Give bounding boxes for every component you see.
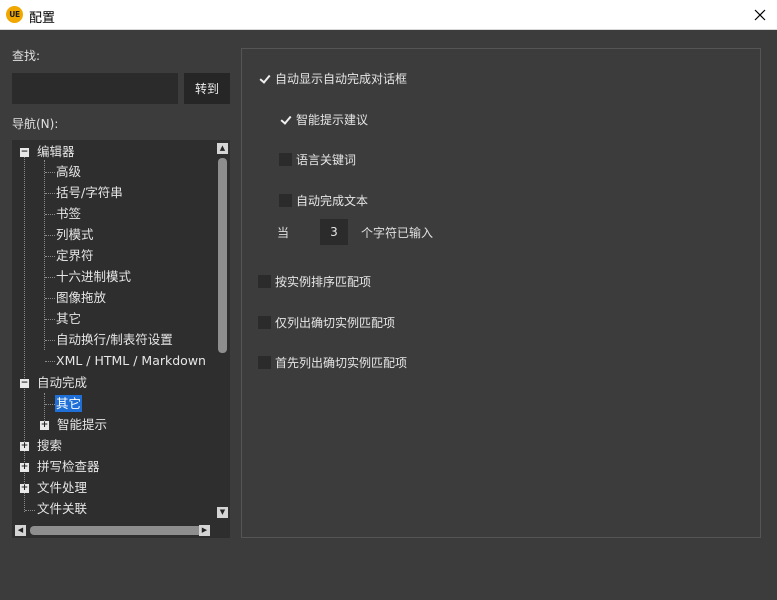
option-autocomplete-text[interactable]: 自动完成文本 xyxy=(279,191,368,209)
ultraedit-logo-icon: UE xyxy=(6,6,23,23)
threshold-prefix: 当 xyxy=(277,226,290,240)
tree-item-file-associations[interactable]: 文件关联 xyxy=(37,499,87,519)
search-input[interactable] xyxy=(12,73,178,104)
navigation-label: 导航(N): xyxy=(12,117,59,131)
search-label: 查找: xyxy=(12,49,41,63)
tree-connector xyxy=(44,160,45,350)
tree-item-other[interactable]: 其它 xyxy=(56,309,81,329)
expand-icon[interactable]: + xyxy=(20,484,29,493)
tree-item-hex-mode[interactable]: 十六进制模式 xyxy=(56,267,131,287)
scrollbar-corner xyxy=(214,522,230,538)
tree-connector xyxy=(45,298,55,299)
goto-button[interactable]: 转到 xyxy=(184,73,230,104)
tree-connector xyxy=(45,193,55,194)
collapse-icon[interactable]: − xyxy=(20,379,29,388)
tree-connector xyxy=(25,510,35,511)
scroll-down-icon[interactable]: ▼ xyxy=(217,507,228,518)
checkbox[interactable] xyxy=(279,112,292,126)
close-button[interactable] xyxy=(742,0,777,30)
tree-connector xyxy=(24,156,25,512)
expand-icon[interactable]: + xyxy=(20,463,29,472)
collapse-icon[interactable]: − xyxy=(20,148,29,157)
option-list-exact-first[interactable]: 首先列出确切实例匹配项 xyxy=(258,353,407,371)
option-sort-by-instance[interactable]: 按实例排序匹配项 xyxy=(258,272,371,290)
horizontal-scroll-thumb[interactable] xyxy=(30,526,204,535)
window-title: 配置 xyxy=(29,11,56,26)
tree-item-image-drag-drop[interactable]: 图像拖放 xyxy=(56,288,106,308)
vertical-scroll-thumb[interactable] xyxy=(218,158,227,353)
tree-item-word-wrap-tabs[interactable]: 自动换行/制表符设置 xyxy=(56,330,173,350)
title-bar: UE 配置 xyxy=(0,0,777,30)
option-label: 仅列出确切实例匹配项 xyxy=(275,315,396,330)
tree-item-label: 图像拖放 xyxy=(56,290,107,305)
threshold-suffix: 个字符已输入 xyxy=(361,226,434,240)
scroll-right-icon[interactable]: ▶ xyxy=(199,525,210,536)
close-icon xyxy=(754,9,765,21)
checkbox[interactable] xyxy=(258,315,271,329)
checkbox[interactable] xyxy=(258,274,271,288)
char-count-input[interactable]: 3 xyxy=(320,219,348,245)
option-smart-hint-suggestions[interactable]: 智能提示建议 xyxy=(279,110,368,128)
tree-item-label: 其它 xyxy=(55,395,83,412)
option-label: 智能提示建议 xyxy=(296,112,369,127)
tree-item-column-mode[interactable]: 列模式 xyxy=(56,225,94,245)
tree-item-label: 其它 xyxy=(56,311,82,326)
option-label: 首先列出确切实例匹配项 xyxy=(275,355,408,370)
option-label: 语言关键词 xyxy=(296,152,357,167)
tree-item-label: 十六进制模式 xyxy=(56,269,132,284)
tree-connector xyxy=(45,361,55,362)
tree-connector xyxy=(45,235,55,236)
checkbox[interactable] xyxy=(258,71,271,85)
option-list-exact-only[interactable]: 仅列出确切实例匹配项 xyxy=(258,313,395,331)
tree-item-label: 自动换行/制表符设置 xyxy=(56,332,173,347)
tree-item-advanced[interactable]: 高级 xyxy=(56,162,81,182)
tree-item-label: 自动完成 xyxy=(37,375,88,390)
option-label: 自动显示自动完成对话框 xyxy=(275,71,408,86)
tree-item-label: 高级 xyxy=(56,164,82,179)
tree-horizontal-scrollbar[interactable]: ◀ ▶ xyxy=(12,522,214,538)
tree-item-label: 列模式 xyxy=(56,227,94,242)
tree-connector xyxy=(45,404,55,405)
checkbox[interactable] xyxy=(258,355,271,369)
tree-item-delimiters[interactable]: 定界符 xyxy=(56,246,94,266)
option-label: 按实例排序匹配项 xyxy=(275,274,372,289)
tree-item-brackets-strings[interactable]: 括号/字符串 xyxy=(56,183,123,203)
tree-connector xyxy=(45,340,55,341)
tree-item-autocomplete-other[interactable]: 其它 xyxy=(55,394,83,414)
tree-connector xyxy=(45,277,55,278)
tree-item-label: 文件关联 xyxy=(37,501,88,516)
tree-item-xml-html-markdown[interactable]: XML / HTML / Markdown xyxy=(56,351,206,371)
checkbox[interactable] xyxy=(279,152,292,166)
tree-item-label: 智能提示 xyxy=(57,417,108,432)
tree-content: − 编辑器 高级 括号/字符串 书签 列模式 定界符 十六进制模式 图像拖放 其… xyxy=(12,140,212,522)
tree-item-label: XML / HTML / Markdown xyxy=(56,353,206,368)
tree-connector xyxy=(45,256,55,257)
tree-item-label: 括号/字符串 xyxy=(56,185,123,200)
tree-connector xyxy=(45,172,55,173)
tree-connector xyxy=(45,319,55,320)
tree-item-label: 书签 xyxy=(56,206,82,221)
navigation-tree[interactable]: − 编辑器 高级 括号/字符串 书签 列模式 定界符 十六进制模式 图像拖放 其… xyxy=(12,140,230,538)
expand-icon[interactable]: + xyxy=(20,442,29,451)
expand-icon[interactable]: + xyxy=(40,421,49,430)
checkbox[interactable] xyxy=(279,193,292,207)
tree-item-bookmarks[interactable]: 书签 xyxy=(56,204,81,224)
scroll-up-icon[interactable]: ▲ xyxy=(217,143,228,154)
tree-item-label: 文件处理 xyxy=(37,480,88,495)
tree-item-label: 拼写检查器 xyxy=(37,459,100,474)
tree-item-label: 编辑器 xyxy=(37,144,75,159)
tree-vertical-scrollbar[interactable]: ▲ ▼ xyxy=(214,140,230,522)
tree-connector xyxy=(45,214,55,215)
tree-item-label: 定界符 xyxy=(56,248,94,263)
tree-item-label: 搜索 xyxy=(37,438,63,453)
option-label: 自动完成文本 xyxy=(296,193,369,208)
option-language-keywords[interactable]: 语言关键词 xyxy=(279,150,356,168)
option-show-autocomplete-dialog[interactable]: 自动显示自动完成对话框 xyxy=(258,69,407,87)
scroll-left-icon[interactable]: ◀ xyxy=(15,525,26,536)
